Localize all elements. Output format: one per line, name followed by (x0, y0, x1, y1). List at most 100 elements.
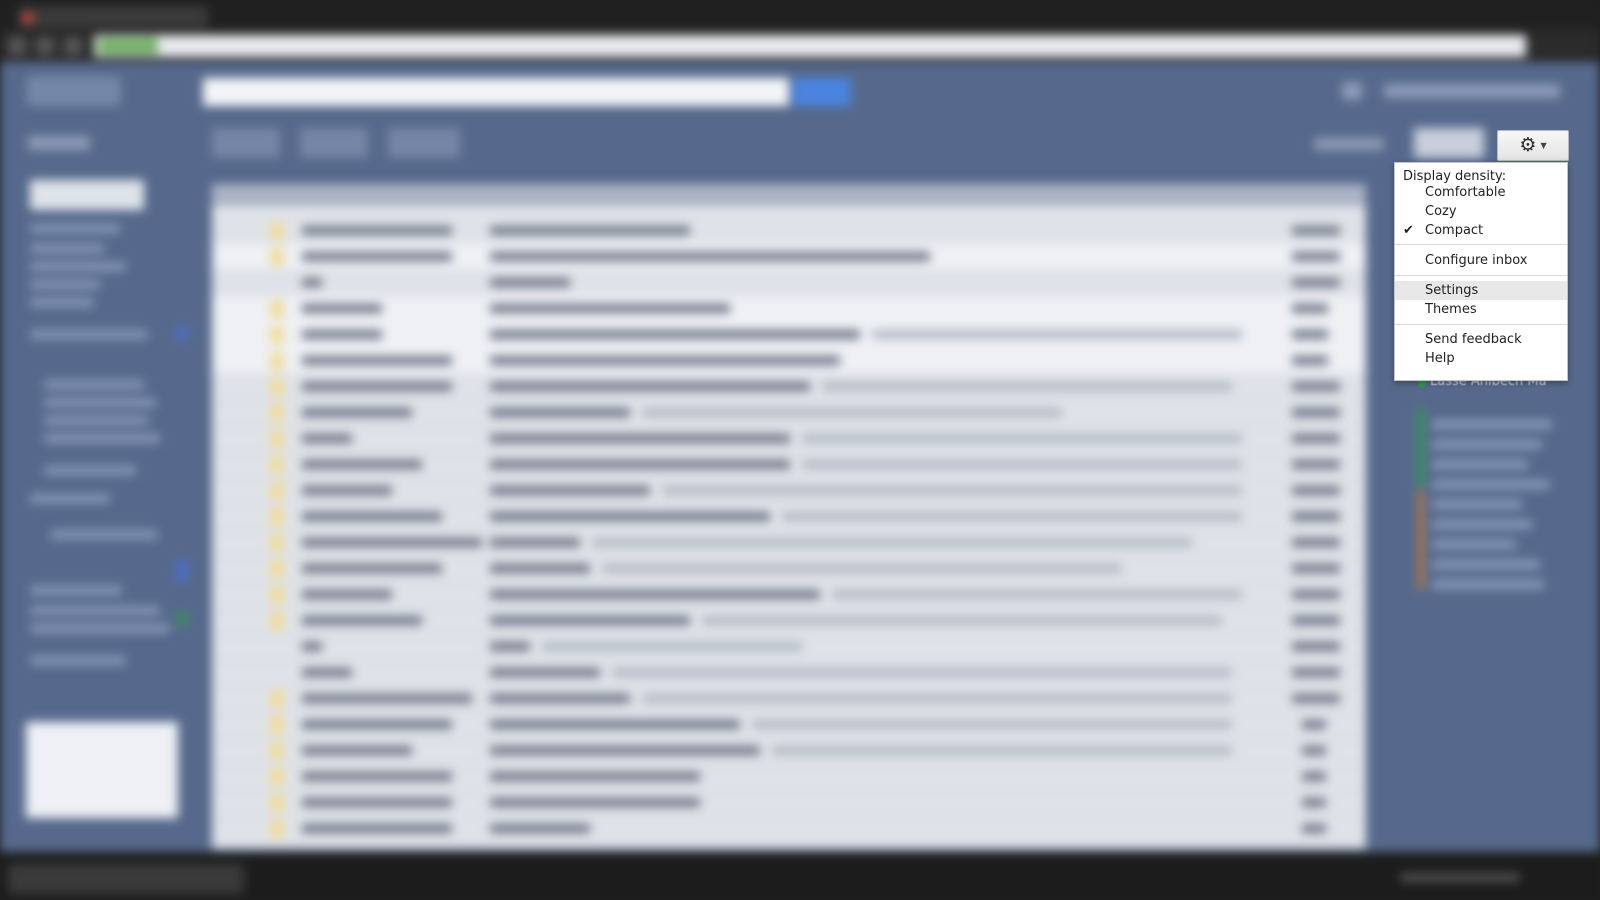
density-cozy-option[interactable]: Cozy (1395, 202, 1567, 221)
menu-divider (1395, 244, 1567, 245)
settings-label: Settings (1425, 283, 1479, 298)
help-option[interactable]: Help (1395, 349, 1567, 368)
table-row[interactable] (212, 660, 1366, 687)
checkmark-icon: ✔ (1403, 223, 1414, 238)
gmail-dropdown[interactable] (28, 136, 90, 150)
search-input[interactable] (203, 78, 789, 106)
table-row[interactable] (212, 244, 1366, 271)
nav-item[interactable] (30, 624, 170, 633)
chat-contact[interactable] (1432, 540, 1516, 549)
nav-item[interactable] (30, 298, 94, 307)
select-button[interactable] (212, 128, 280, 158)
table-row[interactable] (212, 790, 1366, 817)
settings-option[interactable]: Settings (1395, 281, 1567, 300)
table-row[interactable] (212, 738, 1366, 765)
compose-button[interactable] (30, 180, 144, 210)
refresh-button[interactable] (300, 128, 368, 158)
forward-icon[interactable] (36, 37, 54, 55)
nav-item[interactable] (44, 434, 160, 443)
density-compact-option[interactable]: ✔ Compact (1395, 221, 1567, 240)
category-tabs[interactable] (212, 184, 1366, 206)
nav-item[interactable] (44, 416, 148, 425)
nav-item[interactable] (30, 494, 110, 503)
table-row[interactable] (212, 582, 1366, 609)
density-option-label: Compact (1425, 223, 1484, 238)
pagination-info (1314, 138, 1384, 150)
table-row[interactable] (212, 712, 1366, 739)
hangouts-panel[interactable] (26, 722, 178, 818)
table-row[interactable] (212, 348, 1366, 375)
chat-contact[interactable] (1432, 460, 1528, 469)
density-comfortable-option[interactable]: Comfortable (1395, 183, 1567, 202)
nav-item[interactable] (50, 530, 158, 539)
table-row[interactable] (212, 400, 1366, 427)
density-option-label: Cozy (1425, 204, 1457, 219)
settings-dropdown-menu: Display density: Comfortable Cozy ✔ Comp… (1394, 162, 1568, 381)
pager-buttons[interactable] (1414, 128, 1484, 158)
settings-gear-button[interactable]: ⚙ ▼ (1497, 130, 1569, 161)
send-feedback-option[interactable]: Send feedback (1395, 330, 1567, 349)
themes-option[interactable]: Themes (1395, 300, 1567, 319)
table-row[interactable] (212, 452, 1366, 479)
account-email[interactable] (1384, 84, 1560, 98)
nav-item[interactable] (30, 262, 126, 271)
table-row[interactable] (212, 816, 1366, 843)
table-row[interactable] (212, 686, 1366, 713)
table-row[interactable] (212, 374, 1366, 401)
show-all-downloads[interactable] (1400, 873, 1520, 882)
table-row[interactable] (212, 478, 1366, 505)
chat-contact[interactable] (1432, 580, 1544, 589)
nav-item[interactable] (44, 380, 144, 389)
presence-strip (1418, 408, 1424, 488)
density-option-label: Comfortable (1425, 185, 1506, 200)
chat-contact[interactable] (1432, 480, 1550, 489)
apps-icon[interactable] (1342, 82, 1362, 100)
chat-contact[interactable] (1432, 420, 1552, 429)
table-row[interactable] (212, 270, 1366, 297)
table-row[interactable] (212, 556, 1366, 583)
nav-item[interactable] (30, 330, 148, 339)
help-label: Help (1425, 351, 1455, 366)
chat-contact[interactable] (1432, 560, 1540, 569)
unread-count-badge (176, 560, 188, 582)
presence-strip (1418, 490, 1424, 590)
browser-tab-strip (0, 0, 1600, 30)
nav-item[interactable] (30, 244, 104, 253)
address-bar[interactable] (94, 35, 1526, 57)
table-row[interactable] (212, 530, 1366, 557)
back-icon[interactable] (8, 37, 26, 55)
display-density-header: Display density: (1403, 169, 1507, 184)
nav-item[interactable] (30, 586, 122, 595)
nav-item[interactable] (30, 280, 100, 289)
chat-contact[interactable] (1432, 440, 1542, 449)
reload-icon[interactable] (64, 37, 82, 55)
nav-item[interactable] (44, 398, 156, 407)
gmail-favicon-icon (22, 12, 34, 24)
table-row[interactable] (212, 608, 1366, 635)
nav-item[interactable] (30, 656, 126, 665)
configure-inbox-label: Configure inbox (1425, 253, 1528, 268)
more-button[interactable] (388, 128, 460, 158)
nav-item[interactable] (30, 606, 160, 615)
blurred-background (0, 0, 1600, 900)
chat-contact[interactable] (1432, 520, 1532, 529)
send-feedback-label: Send feedback (1425, 332, 1522, 347)
nav-item[interactable] (44, 466, 136, 475)
table-row[interactable] (212, 296, 1366, 323)
unread-count-badge (176, 612, 188, 626)
browser-tab[interactable] (18, 6, 208, 28)
table-row[interactable] (212, 634, 1366, 661)
table-row[interactable] (212, 764, 1366, 791)
table-row[interactable] (212, 426, 1366, 453)
table-row[interactable] (212, 218, 1366, 245)
themes-label: Themes (1425, 302, 1477, 317)
download-item[interactable] (8, 864, 244, 894)
table-row[interactable] (212, 504, 1366, 531)
chat-contact[interactable] (1432, 500, 1522, 509)
search-button[interactable] (793, 78, 851, 106)
unread-count-badge (176, 326, 188, 340)
configure-inbox-option[interactable]: Configure inbox (1395, 251, 1567, 270)
table-row[interactable] (212, 322, 1366, 349)
nav-item[interactable] (30, 224, 120, 233)
google-logo[interactable] (26, 76, 121, 106)
